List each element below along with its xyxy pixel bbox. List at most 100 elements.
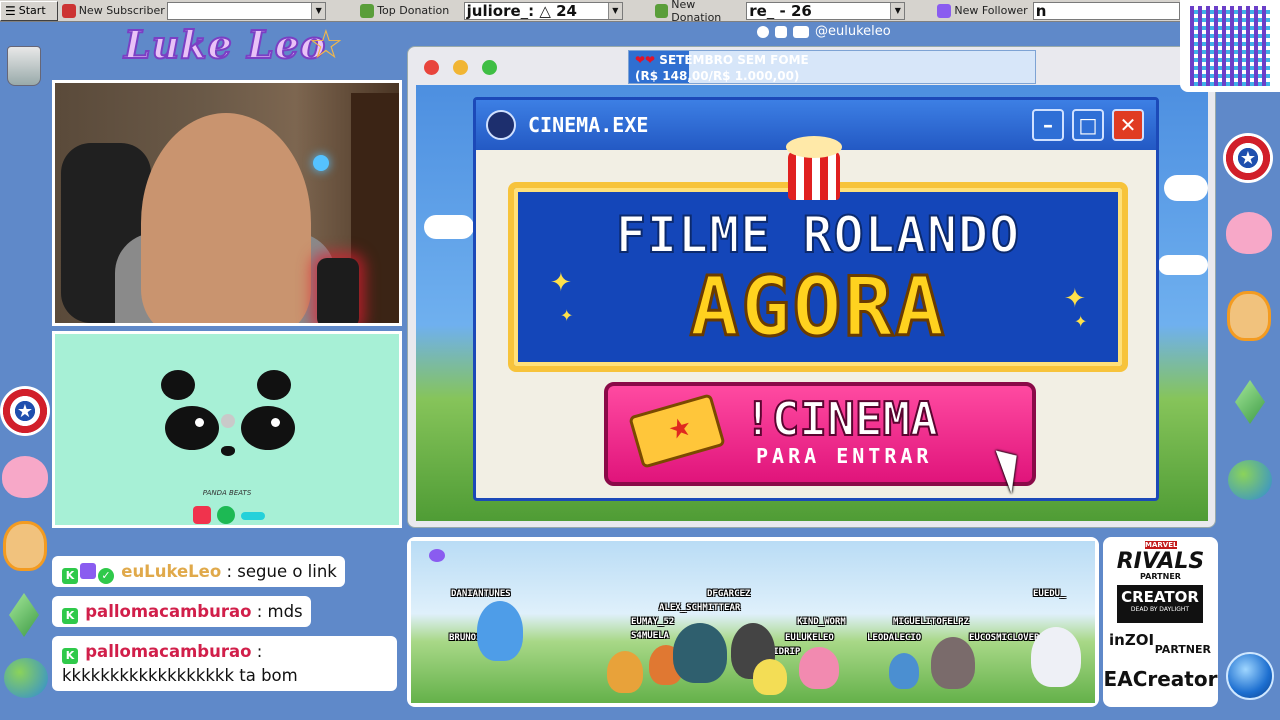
recycle-bin-icon[interactable] — [2, 44, 46, 88]
msn-messenger-icon[interactable] — [2, 656, 50, 700]
chat-message: K ✓ euLukeLeo : segue o link — [52, 556, 345, 587]
partner-logos: MARVEL RIVALS PARTNER CREATOR DEAD BY DA… — [1103, 537, 1218, 707]
panda-ear-left — [161, 370, 195, 400]
donation-goal-amount: (R$ 148,00/R$ 1.000,00) — [635, 69, 800, 83]
cinema-subtext: PARA ENTRAR — [756, 444, 933, 468]
subscriber-widget: New Subscriber — [58, 1, 167, 21]
pokemon-sprite — [673, 623, 727, 683]
pokemon-scene: DANIANTUNES DFGARCEZ ALEX_SCHMITTEAR EUMAY_… — [411, 541, 1095, 703]
viewer-name-label: EULUKELEO — [785, 633, 834, 643]
viewer-name-label: DFGARCEZ — [707, 589, 751, 599]
dbd-label: DEAD BY DAYLIGHT — [1130, 606, 1190, 613]
top-donation-field: juliore_: △ 24 ▼ — [463, 1, 623, 20]
donation-bag-icon — [654, 3, 669, 18]
chat-bubble-icon — [429, 549, 445, 562]
viewer-name-label: EUEDU_ — [1033, 589, 1066, 599]
spotify-icon[interactable] — [217, 506, 235, 524]
amazon-music-icon[interactable] — [241, 512, 265, 520]
start-label: Start — [18, 4, 46, 17]
donation-icon — [360, 3, 375, 18]
qr-code — [1180, 0, 1280, 92]
minimize-dot-icon[interactable] — [453, 60, 468, 75]
top-taskbar: ☰ Start New Subscriber ▼ Top Donation ju… — [0, 0, 1180, 24]
captain-shield-icon[interactable]: ★ — [1220, 130, 1276, 186]
youtube-icon — [793, 25, 809, 38]
donation-goal-title: ❤❤ SETEMBRO SEM FOME — [635, 53, 809, 67]
close-button[interactable]: ✕ — [1112, 109, 1144, 141]
cloud-left — [424, 215, 474, 239]
verified-badge-icon: ✓ — [98, 568, 114, 584]
kick-badge-icon: K — [62, 608, 78, 624]
webcam-streamer — [141, 113, 311, 323]
start-logo-icon: ☰ — [5, 3, 16, 18]
social-handle: @eulukeleo — [815, 24, 891, 39]
new-follower-field: n — [1032, 1, 1180, 20]
creator-badge: CREATOR DEAD BY DAYLIGHT — [1117, 585, 1203, 623]
cinema-command-button[interactable]: ★ !CINEMA PARA ENTRAR — [604, 382, 1036, 494]
partner-label-1: PARTNER — [1140, 572, 1181, 581]
chevron-down-icon[interactable]: ▼ — [311, 2, 326, 19]
avatar-face-icon[interactable] — [0, 518, 50, 574]
pokemon-sprite — [477, 601, 523, 661]
cinema-window-title: CINEMA.EXE — [528, 113, 649, 137]
top-donation-widget: Top Donation — [356, 1, 455, 21]
plumbob-gem-icon[interactable] — [1230, 374, 1270, 430]
mouse-cursor-icon — [995, 444, 1029, 494]
webcam-feed — [52, 80, 402, 326]
pokemon-sprite — [1031, 627, 1081, 687]
donation-goal-bar: ❤❤ SETEMBRO SEM FOME (R$ 148,00/R$ 1.000… — [628, 50, 1036, 84]
qr-code-pattern — [1190, 6, 1270, 86]
cinema-command: !CINEMA — [743, 391, 939, 447]
panda-eye-right — [241, 406, 295, 450]
jigglypuff-icon[interactable] — [1222, 206, 1276, 260]
maximize-dot-icon[interactable] — [482, 60, 497, 75]
pokemon-sprite — [889, 653, 919, 689]
star-icon: ☆ — [308, 22, 344, 68]
panda-eye-left — [165, 406, 219, 450]
captain-shield-icon[interactable]: ★ — [0, 386, 50, 436]
minimize-button[interactable]: – — [1032, 109, 1064, 141]
marquee-sign: FILME ROLANDO AGORA ✦ ✦ ✦ ✦ — [508, 182, 1128, 372]
apple-music-icon[interactable] — [193, 506, 211, 524]
ea-creator-logo: EACreator — [1103, 667, 1218, 691]
top-donation-label: Top Donation — [377, 4, 450, 17]
chat-text: : — [251, 642, 263, 661]
chevron-down-icon[interactable]: ▼ — [890, 2, 905, 19]
marvel-logo: MARVEL — [1145, 541, 1178, 549]
plumbob-gem-icon[interactable] — [4, 590, 44, 640]
viewer-name-label: ALEX_SCHMITTEAR — [659, 603, 741, 613]
pause-icon[interactable] — [221, 414, 235, 428]
social-handles: @eulukeleo — [757, 24, 891, 39]
start-button[interactable]: ☰ Start — [0, 0, 58, 21]
new-donation-widget: New Donation — [651, 0, 746, 24]
msn-messenger-icon[interactable] — [1224, 456, 1276, 504]
popcorn-icon — [786, 136, 842, 200]
close-icon: ✕ — [1119, 113, 1137, 137]
windows-start-orb[interactable] — [1226, 652, 1274, 700]
sparkle-icon: ✦ — [1074, 312, 1088, 331]
mic-badge-icon — [80, 563, 96, 579]
chat-username[interactable]: euLukeLeo — [121, 562, 221, 581]
chat-panel: K ✓ euLukeLeo : segue o link K pallomacam… — [52, 530, 400, 706]
viewer-name-label: DANIANTUNES — [451, 589, 511, 599]
new-donation-label: New Donation — [671, 0, 722, 24]
kick-badge-icon: K — [62, 568, 78, 584]
chevron-down-icon[interactable]: ▼ — [607, 2, 622, 19]
subscriber-icon — [61, 3, 76, 18]
creator-label: CREATOR — [1121, 588, 1199, 606]
pokemon-sprite — [931, 637, 975, 689]
subscriber-field: ▼ — [167, 1, 327, 20]
close-dot-icon[interactable] — [424, 60, 439, 75]
avatar-face-icon[interactable] — [1222, 286, 1276, 346]
viewer-name-label: EUMAY_52 — [631, 617, 675, 627]
chat-text: : segue o link — [221, 562, 337, 581]
jigglypuff-icon[interactable] — [0, 452, 50, 502]
cinema-window: CINEMA.EXE – □ ✕ FILME ROLANDO AGORA ✦ ✦… — [473, 97, 1159, 501]
new-donation-field: re_ - 26 ▼ — [746, 1, 906, 20]
chat-username[interactable]: pallomacamburao — [85, 602, 251, 621]
pokemon-viewers-panel: DANIANTUNES DFGARCEZ ALEX_SCHMITTEAR EUMAY_… — [407, 537, 1099, 707]
panda-beats-player: PANDA BEATS — [52, 331, 402, 528]
maximize-button[interactable]: □ — [1072, 109, 1104, 141]
chat-username[interactable]: pallomacamburao — [85, 642, 251, 661]
panda-beats-label: PANDA BEATS — [202, 489, 252, 497]
